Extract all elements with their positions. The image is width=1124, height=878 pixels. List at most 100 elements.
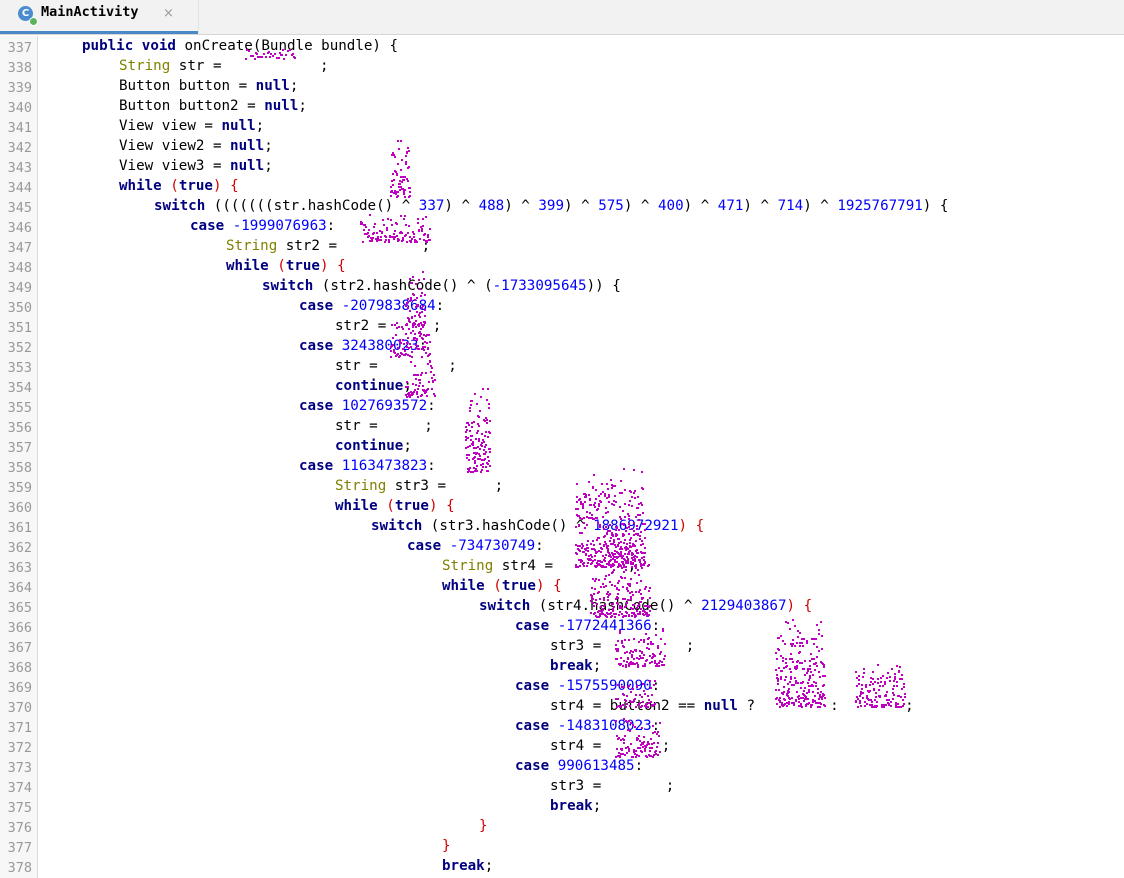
glyph-noise-dot: [775, 669, 777, 671]
glyph-noise-dot: [776, 674, 778, 676]
glyph-noise-dot: [865, 684, 867, 686]
keyword: true: [394, 498, 429, 514]
glyph-noise-dot: [408, 225, 410, 227]
glyph-noise-dot: [822, 685, 824, 687]
glyph-noise-dot: [801, 642, 803, 644]
line-number: 364: [7, 580, 32, 596]
glyph-noise-dot: [820, 621, 822, 623]
glyph-noise-dot: [809, 665, 811, 667]
line-number: 375: [7, 800, 32, 816]
code-line-358: case 1163473823:: [299, 456, 436, 476]
code-text: ;: [665, 778, 675, 794]
glyph-noise-dot: [365, 226, 367, 228]
glyph-noise-dot: [644, 663, 646, 665]
glyph-noise-dot: [630, 663, 632, 665]
glyph-noise-dot: [777, 637, 779, 639]
number-literal: 399: [538, 198, 565, 214]
glyph-noise-dot: [626, 661, 628, 663]
glyph-noise-dot: [361, 223, 363, 225]
keyword: break: [442, 858, 485, 874]
glyph-noise-dot: [605, 507, 607, 509]
glyph-noise-dot: [613, 539, 615, 541]
code-line-337: public void onCreate(Bundle bundle) {: [82, 36, 398, 56]
glyph-noise-dot: [406, 152, 408, 154]
glyph-noise-dot: [482, 466, 484, 468]
glyph-noise-dot: [481, 469, 483, 471]
glyph-noise-dot: [625, 666, 627, 668]
glyph-noise-dot: [878, 689, 880, 691]
glyph-noise-dot: [479, 458, 481, 460]
glyph-noise-dot: [589, 498, 591, 500]
glyph-noise-dot: [476, 432, 478, 434]
type-name: String: [119, 58, 171, 74]
code-text: ) ^: [564, 198, 599, 214]
glyph-noise-dot: [489, 432, 491, 434]
glyph-noise-dot: [807, 670, 809, 672]
code-text: :: [435, 298, 445, 314]
code-text: str =: [170, 58, 231, 74]
keyword: while: [335, 498, 378, 514]
glyph-noise-dot: [629, 539, 631, 541]
glyph-noise-dot: [615, 501, 617, 503]
glyph-noise-dot: [624, 553, 626, 555]
glyph-noise-dot: [784, 679, 786, 681]
glyph-noise-dot: [818, 629, 820, 631]
code-text: ) ^: [743, 198, 778, 214]
glyph-noise-dot: [818, 633, 820, 635]
number-literal: -2079838684: [333, 298, 436, 314]
glyph-noise-dot: [663, 664, 665, 666]
glyph-noise-dot: [643, 564, 645, 566]
keyword: case: [299, 458, 334, 474]
glyph-noise-dot: [400, 231, 402, 233]
glyph-noise-dot: [792, 661, 794, 663]
glyph-noise-dot: [810, 671, 812, 673]
glyph-noise-dot: [475, 468, 477, 470]
glyph-noise-dot: [466, 422, 468, 424]
glyph-noise-dot: [393, 233, 395, 235]
line-number: 342: [7, 140, 32, 156]
number-literal: 1027693572: [333, 398, 428, 414]
glyph-noise-dot: [591, 548, 593, 550]
glyph-noise-dot: [638, 503, 640, 505]
glyph-noise-dot: [606, 547, 608, 549]
glyph-noise-dot: [419, 379, 421, 381]
glyph-noise-dot: [789, 668, 791, 670]
glyph-noise-dot: [629, 546, 631, 548]
glyph-noise-dot: [643, 563, 645, 565]
line-number: 377: [7, 840, 32, 856]
glyph-noise-dot: [894, 678, 896, 680]
glyph-noise-dot: [870, 681, 872, 683]
glyph-noise-dot: [623, 468, 625, 470]
line-number-gutter: 337 338 339 340 341 342 343 344 345 346 347 348 349 3…: [0, 36, 38, 878]
code-text: (: [268, 258, 286, 274]
glyph-noise-dot: [603, 586, 605, 588]
code-text: ) {: [922, 198, 949, 214]
glyph-noise-dot: [420, 226, 422, 228]
glyph-noise-dot: [787, 683, 789, 685]
close-icon[interactable]: ×: [163, 6, 174, 21]
keyword: public void: [82, 38, 176, 54]
glyph-noise-dot: [633, 658, 635, 660]
glyph-noise-dot: [799, 645, 801, 647]
glyph-noise-dot: [629, 490, 631, 492]
code-text: ;: [448, 358, 457, 374]
number-literal: -1772441366: [549, 618, 652, 634]
glyph-noise-dot: [480, 464, 482, 466]
glyph-noise-dot: [659, 660, 661, 662]
line-number: 378: [7, 860, 32, 876]
line-number: 358: [7, 460, 32, 476]
glyph-noise-dot: [806, 640, 808, 642]
tab-main-activity[interactable]: C MainActivity ×: [0, 0, 199, 34]
glyph-noise-dot: [792, 661, 794, 663]
code-editor[interactable]: public void onCreate(Bundle bundle) { St…: [45, 36, 1120, 878]
glyph-noise-dot: [465, 436, 467, 438]
glyph-noise-dot: [623, 660, 625, 662]
glyph-noise-dot: [877, 678, 879, 680]
code-line-366: case -1772441366:: [515, 616, 660, 636]
glyph-noise-dot: [624, 539, 626, 541]
glyph-noise-dot: [475, 452, 477, 454]
glyph-noise-dot: [392, 173, 394, 175]
glyph-noise-dot: [869, 684, 871, 686]
glyph-noise-dot: [617, 582, 619, 584]
glyph-noise-dot: [409, 187, 411, 189]
